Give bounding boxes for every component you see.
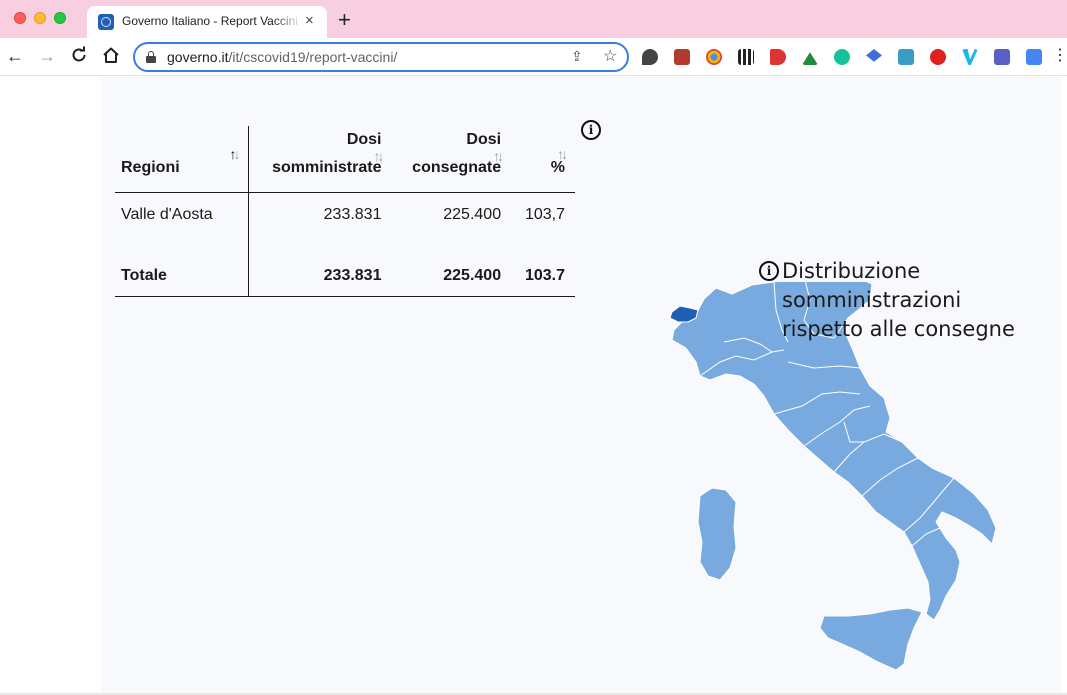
chrome-extension-icon[interactable] xyxy=(706,49,722,65)
total-administered: 233.831 xyxy=(248,256,392,297)
browser-toolbar: ← → governo.it/it/cscovid19/report-vacci… xyxy=(0,38,1067,76)
vimeo-extension-icon[interactable] xyxy=(962,49,978,65)
sort-icon[interactable]: ↑↓ xyxy=(493,148,504,164)
sort-icon[interactable]: ↑↓ xyxy=(373,148,384,164)
rocket-extension-icon[interactable] xyxy=(642,49,658,65)
translate-a-extension-icon[interactable] xyxy=(898,49,914,65)
notes-extension-icon[interactable] xyxy=(994,49,1010,65)
bookmark-star-icon[interactable]: ☆ xyxy=(603,46,617,66)
close-window-button[interactable] xyxy=(14,12,26,24)
extensions-menu-icon[interactable]: ⋮ xyxy=(1052,46,1067,66)
table-total-row: Totale 233.831 225.400 103.7 xyxy=(115,256,575,297)
map-region-sardegna[interactable] xyxy=(697,487,737,581)
column-header-percent[interactable]: ↑↓ % xyxy=(511,126,575,193)
tab-close-icon[interactable]: × xyxy=(305,13,314,29)
table-spacer-row xyxy=(115,234,575,257)
active-tab[interactable]: Governo Italiano - Report Vaccini × xyxy=(87,6,327,38)
map-legend-title: Distribuzione somministrazioni rispetto … xyxy=(782,259,1015,341)
total-label: Totale xyxy=(115,256,249,297)
cell-region: Valle d'Aosta xyxy=(115,192,249,235)
video-extension-icon[interactable] xyxy=(674,49,690,65)
sort-icon[interactable]: ↑↓ xyxy=(230,146,241,162)
map-info-icon[interactable]: i xyxy=(759,261,779,281)
table-header-row: ↑↓ Regioni ↑↓ Dosi somministrate ↑↓ Dosi… xyxy=(115,126,575,193)
reload-icon[interactable] xyxy=(69,46,89,66)
back-arrow-icon[interactable]: ← xyxy=(5,46,25,66)
total-percent: 103.7 xyxy=(511,256,575,297)
report-page: ↑↓ Regioni ↑↓ Dosi somministrate ↑↓ Dosi… xyxy=(101,77,1061,695)
qr-code-extension-icon[interactable] xyxy=(738,49,754,65)
map-region-sicilia[interactable] xyxy=(819,607,923,671)
cell-administered: 233.831 xyxy=(323,205,382,223)
column-header-region[interactable]: ↑↓ Regioni xyxy=(115,126,249,193)
column-header-administered[interactable]: ↑↓ Dosi somministrate xyxy=(248,126,392,193)
maximize-window-button[interactable] xyxy=(54,12,66,24)
share-icon[interactable]: ⇪ xyxy=(571,48,583,65)
megaphone-extension-icon[interactable] xyxy=(770,49,786,65)
graduation-cap-extension-icon[interactable] xyxy=(866,49,882,62)
cell-delivered: 225.400 xyxy=(443,205,502,223)
site-favicon-icon xyxy=(98,14,114,30)
home-icon[interactable] xyxy=(101,46,121,66)
forward-arrow-icon[interactable]: → xyxy=(37,46,57,66)
tab-title: Governo Italiano - Report Vaccini xyxy=(122,14,302,28)
shield-extension-icon[interactable] xyxy=(930,49,946,65)
address-bar[interactable]: governo.it/it/cscovid19/report-vaccini/ … xyxy=(133,42,629,72)
tree-extension-icon[interactable] xyxy=(802,52,818,65)
table-info-icon[interactable]: i xyxy=(581,120,601,140)
vaccine-report-table: ↑↓ Regioni ↑↓ Dosi somministrate ↑↓ Dosi… xyxy=(115,126,575,297)
total-delivered: 225.400 xyxy=(391,256,512,297)
lock-icon[interactable] xyxy=(146,51,156,63)
table-row: Valle d'Aosta 233.831 225.400 103,7 xyxy=(115,192,575,235)
sort-icon[interactable]: ↑↓ xyxy=(557,146,568,162)
new-tab-button[interactable]: + xyxy=(338,9,351,31)
minimize-window-button[interactable] xyxy=(34,12,46,24)
google-translate-extension-icon[interactable] xyxy=(1026,49,1042,65)
column-header-delivered[interactable]: ↑↓ Dosi consegnate xyxy=(391,126,512,193)
grammarly-extension-icon[interactable] xyxy=(834,49,850,65)
browser-tab-bar: Governo Italiano - Report Vaccini × + xyxy=(0,0,1067,38)
url-text: governo.it/it/cscovid19/report-vaccini/ xyxy=(167,49,398,65)
cell-percent: 103,7 xyxy=(524,205,565,223)
map-region-valle-d-aosta[interactable] xyxy=(669,305,699,323)
